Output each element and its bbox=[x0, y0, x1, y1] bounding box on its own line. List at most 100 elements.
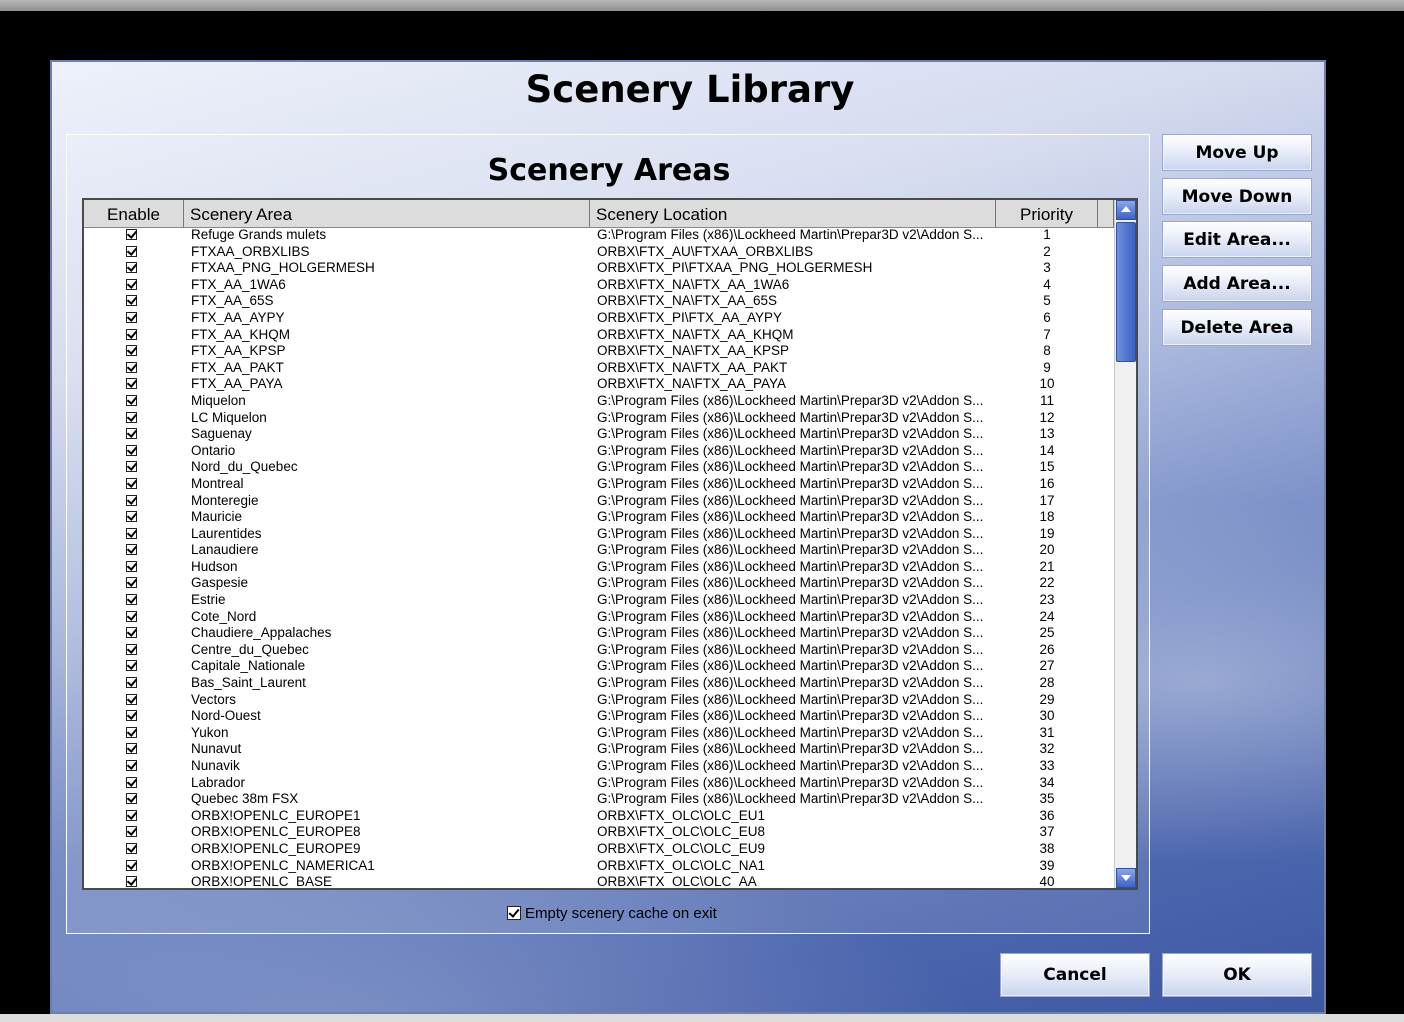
enable-checkbox[interactable] bbox=[126, 345, 137, 357]
scenery-location-cell: G:\Program Files (x86)\Lockheed Martin\P… bbox=[597, 475, 984, 491]
enable-checkbox[interactable] bbox=[126, 444, 137, 456]
table-row[interactable]: FTXAA_PNG_HOLGERMESH ORBX\FTX_PI\FTXAA_PN… bbox=[84, 260, 1114, 277]
enable-checkbox[interactable] bbox=[126, 328, 137, 340]
table-row[interactable]: Estrie G:\Program Files (x86)\Lockheed Ma… bbox=[84, 592, 1114, 609]
table-row[interactable]: Capitale_Nationale G:\Program Files (x86)… bbox=[84, 658, 1114, 675]
table-row[interactable]: Nord_du_Quebec G:\Program Files (x86)\Loc… bbox=[84, 459, 1114, 476]
table-row[interactable]: ORBX!OPENLC_EUROPE1 ORBX\FTX_OLC\OLC_EU1 3… bbox=[84, 808, 1114, 825]
enable-checkbox[interactable] bbox=[126, 876, 137, 888]
enable-checkbox[interactable] bbox=[126, 311, 137, 323]
enable-checkbox[interactable] bbox=[126, 477, 137, 489]
table-row[interactable]: Mauricie G:\Program Files (x86)\Lockheed … bbox=[84, 509, 1114, 526]
column-header-priority[interactable]: Priority bbox=[996, 200, 1098, 227]
enable-checkbox[interactable] bbox=[126, 627, 137, 639]
enable-checkbox[interactable] bbox=[126, 278, 137, 290]
enable-checkbox[interactable] bbox=[126, 726, 137, 738]
enable-checkbox[interactable] bbox=[126, 378, 137, 390]
cancel-button[interactable]: Cancel bbox=[1000, 953, 1150, 997]
table-row[interactable]: Ontario G:\Program Files (x86)\Lockheed M… bbox=[84, 443, 1114, 460]
table-row[interactable]: LC Miquelon G:\Program Files (x86)\Lockhe… bbox=[84, 410, 1114, 427]
enable-checkbox[interactable] bbox=[126, 394, 137, 406]
enable-checkbox[interactable] bbox=[126, 461, 137, 473]
enable-checkbox[interactable] bbox=[126, 793, 137, 805]
enable-checkbox[interactable] bbox=[126, 710, 137, 722]
table-row[interactable]: FTX_AA_KPSP ORBX\FTX_NA\FTX_AA_KPSP 8 bbox=[84, 343, 1114, 360]
table-row[interactable]: Bas_Saint_Laurent G:\Program Files (x86)\… bbox=[84, 675, 1114, 692]
enable-checkbox[interactable] bbox=[126, 511, 137, 523]
table-row[interactable]: Hudson G:\Program Files (x86)\Lockheed Ma… bbox=[84, 559, 1114, 576]
enable-checkbox[interactable] bbox=[126, 428, 137, 440]
enable-checkbox[interactable] bbox=[126, 842, 137, 854]
table-row[interactable]: Centre_du_Quebec G:\Program Files (x86)\L… bbox=[84, 642, 1114, 659]
ok-button[interactable]: OK bbox=[1162, 953, 1312, 997]
table-row[interactable]: FTX_AA_PAYA ORBX\FTX_NA\FTX_AA_PAYA 10 bbox=[84, 376, 1114, 393]
enable-checkbox[interactable] bbox=[126, 295, 137, 307]
enable-checkbox[interactable] bbox=[126, 494, 137, 506]
table-row[interactable]: Lanaudiere G:\Program Files (x86)\Lockhee… bbox=[84, 542, 1114, 559]
move-up-button[interactable]: Move Up bbox=[1162, 134, 1312, 171]
enable-checkbox[interactable] bbox=[126, 610, 137, 622]
scenery-location-cell: G:\Program Files (x86)\Lockheed Martin\P… bbox=[597, 442, 984, 458]
enable-checkbox[interactable] bbox=[126, 544, 137, 556]
table-row[interactable]: Quebec 38m FSX G:\Program Files (x86)\Loc… bbox=[84, 791, 1114, 808]
scroll-down-arrow-icon[interactable] bbox=[1116, 868, 1136, 888]
empty-cache-checkbox[interactable] bbox=[507, 906, 521, 920]
add-area-button[interactable]: Add Area... bbox=[1162, 265, 1312, 302]
table-row[interactable]: Nunavut G:\Program Files (x86)\Lockheed M… bbox=[84, 741, 1114, 758]
table-row[interactable]: FTX_AA_1WA6 ORBX\FTX_NA\FTX_AA_1WA6 4 bbox=[84, 277, 1114, 294]
delete-area-button[interactable]: Delete Area bbox=[1162, 309, 1312, 346]
enable-checkbox[interactable] bbox=[126, 527, 137, 539]
enable-checkbox[interactable] bbox=[126, 743, 137, 755]
table-row[interactable]: Laurentides G:\Program Files (x86)\Lockhe… bbox=[84, 526, 1114, 543]
table-row[interactable]: ORBX!OPENLC_EUROPE9 ORBX\FTX_OLC\OLC_EU9 3… bbox=[84, 841, 1114, 858]
table-row[interactable]: Vectors G:\Program Files (x86)\Lockheed M… bbox=[84, 692, 1114, 709]
enable-checkbox[interactable] bbox=[126, 245, 137, 257]
enable-checkbox[interactable] bbox=[126, 361, 137, 373]
table-row[interactable]: Labrador G:\Program Files (x86)\Lockheed … bbox=[84, 775, 1114, 792]
enable-checkbox[interactable] bbox=[126, 776, 137, 788]
column-header-scenery-area[interactable]: Scenery Area bbox=[184, 200, 590, 227]
table-row[interactable]: Chaudiere_Appalaches G:\Program Files (x8… bbox=[84, 625, 1114, 642]
table-row[interactable]: ORBX!OPENLC_NAMERICA1 ORBX\FTX_OLC\OLC_NA… bbox=[84, 858, 1114, 875]
table-row[interactable]: Nord-Ouest G:\Program Files (x86)\Lockhee… bbox=[84, 708, 1114, 725]
table-row[interactable]: Refuge Grands mulets G:\Program Files (x8… bbox=[84, 227, 1114, 244]
enable-checkbox[interactable] bbox=[126, 660, 137, 672]
table-row[interactable]: FTX_AA_PAKT ORBX\FTX_NA\FTX_AA_PAKT 9 bbox=[84, 360, 1114, 377]
table-row[interactable]: FTXAA_ORBXLIBS ORBX\FTX_AU\FTXAA_ORBXLIBS… bbox=[84, 244, 1114, 261]
table-row[interactable]: Montreal G:\Program Files (x86)\Lockheed … bbox=[84, 476, 1114, 493]
table-row[interactable]: FTX_AA_AYPY ORBX\FTX_PI\FTX_AA_AYPY 6 bbox=[84, 310, 1114, 327]
enable-checkbox[interactable] bbox=[126, 826, 137, 838]
empty-cache-option[interactable]: Empty scenery cache on exit bbox=[507, 903, 717, 923]
enable-checkbox[interactable] bbox=[126, 411, 137, 423]
column-header-scenery-location[interactable]: Scenery Location bbox=[590, 200, 996, 227]
enable-checkbox[interactable] bbox=[126, 643, 137, 655]
column-header-enable[interactable]: Enable bbox=[84, 200, 184, 227]
list-scrollbar[interactable] bbox=[1114, 200, 1136, 888]
enable-checkbox[interactable] bbox=[126, 262, 137, 274]
table-row[interactable]: Yukon G:\Program Files (x86)\Lockheed Mar… bbox=[84, 725, 1114, 742]
table-row[interactable]: Saguenay G:\Program Files (x86)\Lockheed … bbox=[84, 426, 1114, 443]
enable-checkbox[interactable] bbox=[126, 809, 137, 821]
enable-checkbox[interactable] bbox=[126, 693, 137, 705]
enable-checkbox[interactable] bbox=[126, 859, 137, 871]
enable-checkbox[interactable] bbox=[126, 594, 137, 606]
scroll-up-arrow-icon[interactable] bbox=[1116, 200, 1136, 220]
table-row[interactable]: Monteregie G:\Program Files (x86)\Lockhee… bbox=[84, 493, 1114, 510]
table-row[interactable]: Miquelon G:\Program Files (x86)\Lockheed … bbox=[84, 393, 1114, 410]
enable-checkbox[interactable] bbox=[126, 760, 137, 771]
table-row[interactable]: FTX_AA_KHQM ORBX\FTX_NA\FTX_AA_KHQM 7 bbox=[84, 327, 1114, 344]
move-down-button[interactable]: Move Down bbox=[1162, 178, 1312, 215]
enable-checkbox[interactable] bbox=[126, 577, 137, 589]
enable-checkbox[interactable] bbox=[126, 560, 137, 572]
enable-checkbox[interactable] bbox=[126, 229, 137, 240]
table-row[interactable]: ORBX!OPENLC_BASE ORBX\FTX_OLC\OLC_AA 40 bbox=[84, 874, 1114, 888]
scrollbar-thumb[interactable] bbox=[1116, 222, 1136, 362]
table-row[interactable]: Cote_Nord G:\Program Files (x86)\Lockheed… bbox=[84, 609, 1114, 626]
table-row[interactable]: ORBX!OPENLC_EUROPE8 ORBX\FTX_OLC\OLC_EU8 3… bbox=[84, 824, 1114, 841]
enable-checkbox[interactable] bbox=[126, 677, 137, 689]
table-row[interactable]: FTX_AA_65S ORBX\FTX_NA\FTX_AA_65S 5 bbox=[84, 293, 1114, 310]
edit-area-button[interactable]: Edit Area... bbox=[1162, 221, 1312, 258]
table-row[interactable]: Gaspesie G:\Program Files (x86)\Lockheed … bbox=[84, 575, 1114, 592]
table-row[interactable]: Nunavik G:\Program Files (x86)\Lockheed M… bbox=[84, 758, 1114, 775]
scenery-areas-list[interactable]: Enable Scenery Area Scenery Location Pri… bbox=[82, 198, 1138, 890]
